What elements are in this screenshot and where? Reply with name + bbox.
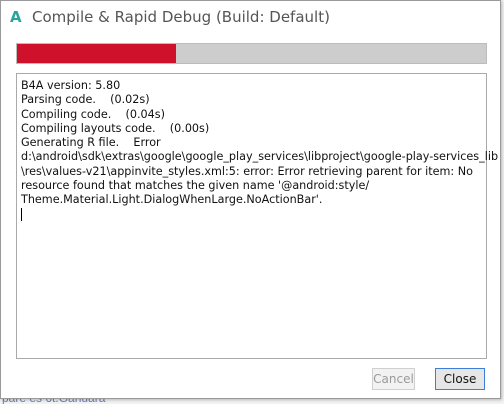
compile-dialog: A Compile & Rapid Debug (Build: Default)… bbox=[0, 0, 501, 399]
progress-bar-fill bbox=[17, 44, 177, 63]
dialog-titlebar: A Compile & Rapid Debug (Build: Default) bbox=[1, 1, 500, 33]
log-line: B4A version: 5.80 bbox=[21, 79, 121, 92]
dialog-title: Compile & Rapid Debug (Build: Default) bbox=[32, 8, 330, 26]
log-line: resource found that matches the given na… bbox=[21, 179, 370, 193]
compile-log-output[interactable]: B4A version: 5.80 Parsing code. (0.02s) Co… bbox=[16, 73, 499, 359]
log-caret-line bbox=[21, 207, 486, 223]
cancel-button[interactable]: Cancel bbox=[372, 368, 415, 390]
log-line: Compiling layouts code. (0.00s) bbox=[21, 121, 210, 135]
text-caret bbox=[21, 207, 22, 221]
log-line: d:\android\sdk\extras\google\google_play… bbox=[21, 150, 499, 164]
compile-progress-bar bbox=[16, 43, 487, 64]
log-line: Compiling code. (0.04s) bbox=[21, 107, 165, 121]
close-button[interactable]: Close bbox=[435, 368, 485, 390]
log-line: Theme.Material.Light.DialogWhenLarge.NoA… bbox=[21, 193, 323, 207]
log-line: \res\values-v21\appinvite_styles.xml:5: … bbox=[21, 164, 473, 178]
log-line: Generating R file. Error bbox=[21, 136, 161, 150]
app-logo-icon: A bbox=[10, 8, 22, 26]
log-line: Parsing code. (0.02s) bbox=[21, 93, 150, 107]
